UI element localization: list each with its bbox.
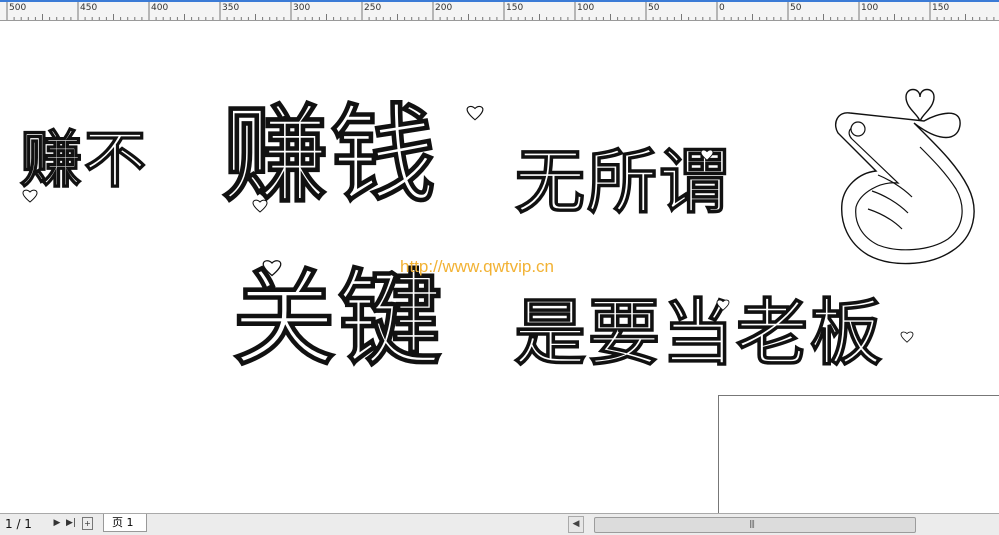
drawing-canvas[interactable]: 赚不 赚钱 无所谓 关键 是要当老板 http://www.qwtvip.cn	[0, 21, 999, 513]
page-border	[718, 395, 999, 513]
ruler-label: 400	[151, 3, 169, 13]
ruler-label: 250	[364, 3, 382, 13]
ruler-label: 50	[790, 3, 802, 13]
ruler-label: 150	[506, 3, 524, 13]
horizontal-ruler[interactable]: 500 450 400 350 300 250 200 150 100 50 0 50 100 150	[0, 0, 999, 21]
watermark-text: http://www.qwtvip.cn	[400, 257, 555, 276]
outline-text-line1a[interactable]: 赚不	[19, 128, 148, 191]
ruler-label: 350	[222, 3, 240, 13]
tab-page-1[interactable]: 页 1	[103, 514, 147, 532]
heart-icon	[252, 199, 268, 213]
status-bar: 1 / 1 ▶ ▶| + 页 1 ◀ |||	[0, 513, 999, 535]
ruler-label: 450	[80, 3, 98, 13]
heart-icon	[22, 189, 38, 203]
outline-text-line1b[interactable]: 赚钱	[221, 102, 438, 209]
page-counter: 1 / 1	[5, 517, 32, 531]
heart-icon	[700, 149, 714, 161]
ruler-label: 50	[648, 3, 660, 13]
heart-icon	[262, 260, 282, 277]
ruler-label: 300	[293, 3, 311, 13]
ruler-ticks	[6, 2, 995, 20]
outline-text-line1c[interactable]: 无所谓	[514, 146, 731, 217]
heart-icon	[466, 105, 484, 121]
ruler-label: 200	[435, 3, 453, 13]
ruler-label: 500	[9, 3, 27, 13]
next-page-icon[interactable]: ▶	[51, 517, 63, 530]
scrollbar-grip-icon: |||	[749, 519, 755, 528]
ruler-label: 100	[577, 3, 595, 13]
finger-heart-icon[interactable]	[828, 83, 978, 273]
scroll-left-icon[interactable]: ◀	[568, 516, 584, 533]
ruler-label: 150	[932, 3, 950, 13]
outline-text-line2a[interactable]: 关键	[231, 266, 444, 371]
outline-text-line2b[interactable]: 是要当老板	[513, 296, 884, 369]
heart-icon	[900, 331, 914, 343]
heart-icon	[716, 299, 730, 311]
ruler-label: 100	[861, 3, 879, 13]
horizontal-scrollbar[interactable]: |||	[594, 517, 916, 533]
last-page-icon[interactable]: ▶|	[65, 517, 77, 530]
add-page-icon[interactable]: +	[82, 517, 93, 530]
ruler-label: 0	[719, 3, 725, 13]
